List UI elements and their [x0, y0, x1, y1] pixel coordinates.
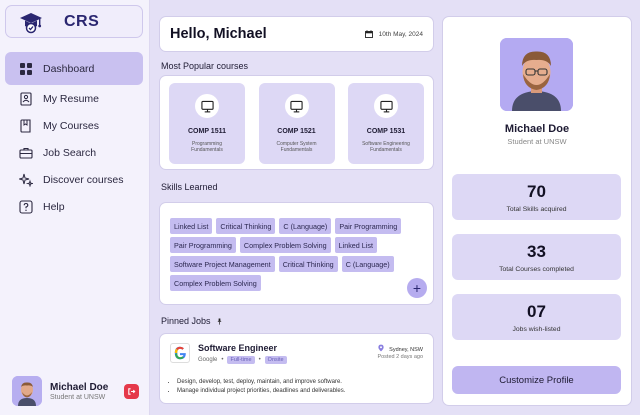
- skill-chip[interactable]: Pair Programming: [335, 218, 402, 234]
- skill-chip[interactable]: Critical Thinking: [216, 218, 276, 234]
- sidebar-item-label: Dashboard: [43, 62, 95, 75]
- course-card[interactable]: COMP 1511 Programming Fundamentals: [169, 83, 245, 164]
- app-logo[interactable]: CRS: [5, 5, 143, 38]
- course-name: Software Engineering Fundamentals: [362, 141, 410, 153]
- stat-value: 07: [527, 302, 546, 321]
- job-bullet: Design, develop, test, deploy, maintain,…: [177, 378, 345, 387]
- profile-role: Student at UNSW: [507, 137, 567, 146]
- sidebar-item-my-resume[interactable]: My Resume: [5, 85, 143, 112]
- job-title: Software Engineer: [198, 343, 278, 353]
- stat-value: 33: [527, 242, 546, 261]
- sidebar-item-job-search[interactable]: Job Search: [5, 139, 143, 166]
- resume-icon: [19, 91, 33, 106]
- course-code: COMP 1511: [187, 128, 226, 135]
- popular-courses-panel: COMP 1511 Programming Fundamentals COMP …: [159, 75, 434, 170]
- book-icon: [19, 118, 33, 133]
- job-company: Google: [198, 357, 218, 363]
- job-posted: Posted 2 days ago: [377, 354, 423, 360]
- logout-button[interactable]: [124, 384, 139, 399]
- date-display: 10th May, 2024: [364, 30, 423, 38]
- avatar: [12, 376, 42, 406]
- skills-chip-list: Linked List Critical Thinking C (Languag…: [170, 218, 420, 291]
- briefcase-icon: [19, 146, 33, 160]
- job-tag: Onsite: [264, 356, 287, 364]
- course-card[interactable]: COMP 1531 Software Engineering Fundament…: [348, 83, 424, 164]
- graduation-cap-icon: [20, 12, 42, 33]
- course-code: COMP 1521: [277, 128, 316, 135]
- job-tag: Full-time: [227, 356, 255, 364]
- sidebar-item-dashboard[interactable]: Dashboard: [5, 52, 143, 85]
- avatar: [500, 38, 573, 111]
- app-name: CRS: [64, 12, 100, 30]
- sidebar-item-label: Help: [43, 200, 65, 213]
- pinned-jobs-title: Pinned Jobs: [161, 316, 211, 326]
- profile-panel: Michael Doe Student at UNSW 70 Total Ski…: [442, 16, 632, 406]
- user-avatar-icon: [12, 376, 42, 406]
- skill-chip[interactable]: Complex Problem Solving: [239, 237, 331, 253]
- course-name: Computer System Fundamentals: [276, 141, 317, 153]
- add-skill-button[interactable]: +: [407, 278, 427, 298]
- skill-chip[interactable]: Linked List: [334, 237, 377, 253]
- skill-chip[interactable]: C (Language): [341, 256, 394, 272]
- page-title: Hello, Michael: [170, 26, 267, 42]
- pin-icon: [217, 317, 222, 325]
- skill-chip[interactable]: Complex Problem Solving: [170, 275, 261, 291]
- job-bullet: Manage individual project priorities, de…: [177, 387, 345, 396]
- customize-profile-button[interactable]: Customize Profile: [452, 366, 621, 394]
- sidebar-nav: Dashboard My Resume My Courses Job Searc…: [5, 52, 143, 220]
- course-code: COMP 1531: [366, 128, 406, 135]
- course-name: Programming Fundamentals: [191, 141, 223, 153]
- sidebar-user-card[interactable]: Michael Doe Student at UNSW: [5, 372, 143, 410]
- stat-value: 70: [527, 182, 546, 201]
- user-role: Student at UNSW: [50, 393, 106, 401]
- stat-label: Total Courses completed: [499, 266, 574, 273]
- logout-icon: [128, 388, 136, 395]
- sidebar: CRS Dashboard My Resume My Courses Job S…: [0, 0, 150, 415]
- location-pin-icon: [378, 344, 384, 352]
- stat-label: Total Skills acquired: [506, 206, 567, 213]
- date-text: 10th May, 2024: [378, 30, 423, 38]
- monitor-icon: [284, 94, 309, 118]
- google-logo-icon: [170, 343, 190, 363]
- monitor-icon: [195, 94, 219, 118]
- stat-label: Jobs wish-listed: [512, 326, 561, 333]
- stat-card: 33 Total Courses completed: [452, 234, 621, 280]
- question-icon: [19, 199, 33, 214]
- job-meta: Google • Full-time • Onsite: [198, 356, 287, 364]
- stat-card: 70 Total Skills acquired: [452, 174, 621, 220]
- skill-chip[interactable]: C (Language): [279, 218, 332, 234]
- sidebar-item-label: Job Search: [43, 146, 97, 159]
- popular-courses-title: Most Popular courses: [161, 61, 249, 71]
- sidebar-item-my-courses[interactable]: My Courses: [5, 112, 143, 139]
- course-card[interactable]: COMP 1521 Computer System Fundamentals: [258, 83, 335, 164]
- grid-icon: [19, 62, 33, 76]
- job-location-text: Sydney, NSW: [389, 347, 423, 353]
- sidebar-item-help[interactable]: Help: [5, 193, 143, 220]
- sidebar-item-label: My Courses: [43, 119, 100, 132]
- user-name: Michael Doe: [50, 381, 109, 393]
- greeting-header: Hello, Michael 10th May, 2024: [159, 16, 434, 52]
- sidebar-item-label: My Resume: [43, 92, 100, 105]
- skill-chip[interactable]: Critical Thinking: [278, 256, 338, 272]
- job-location: Sydney, NSW: [378, 344, 423, 353]
- pinned-jobs-header: Pinned Jobs: [161, 316, 223, 326]
- sidebar-item-discover-courses[interactable]: Discover courses: [5, 166, 143, 193]
- stat-card: 07 Jobs wish-listed: [452, 294, 621, 340]
- sidebar-item-label: Discover courses: [43, 173, 124, 186]
- skills-panel: Linked List Critical Thinking C (Languag…: [159, 202, 434, 305]
- job-description: Design, develop, test, deploy, maintain,…: [177, 378, 345, 395]
- sparkle-icon: [19, 173, 33, 187]
- profile-name: Michael Doe: [504, 123, 570, 135]
- monitor-icon: [374, 94, 398, 118]
- skill-chip[interactable]: Pair Programming: [170, 237, 236, 253]
- user-avatar-icon: [500, 38, 573, 111]
- calendar-icon: [364, 30, 373, 38]
- pinned-job-card[interactable]: Software Engineer Google • Full-time • O…: [159, 333, 434, 404]
- skill-chip[interactable]: Software Project Management: [170, 256, 275, 272]
- skills-title: Skills Learned: [161, 182, 218, 192]
- skill-chip[interactable]: Linked List: [170, 218, 213, 234]
